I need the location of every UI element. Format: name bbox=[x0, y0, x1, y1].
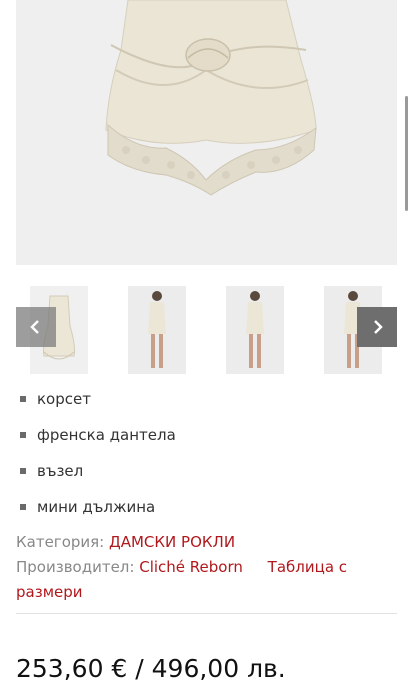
bullet-icon bbox=[20, 396, 26, 402]
category-link[interactable]: ДАМСКИ РОКЛИ bbox=[109, 533, 235, 551]
gallery-prev-button[interactable] bbox=[16, 307, 56, 347]
thumbnail-2[interactable] bbox=[128, 286, 186, 374]
bullet-icon bbox=[20, 504, 26, 510]
feature-item: възел bbox=[18, 459, 176, 495]
manufacturer-link[interactable]: Cliché Reborn bbox=[139, 558, 243, 576]
bullet-icon bbox=[20, 468, 26, 474]
divider bbox=[16, 613, 397, 614]
manufacturer-label: Производител: bbox=[16, 558, 135, 576]
size-chart-link[interactable]: Таблица с bbox=[268, 558, 347, 576]
category-row: Категория: ДАМСКИ РОКЛИ bbox=[16, 530, 235, 554]
size-chart-link-continued[interactable]: размери bbox=[16, 583, 83, 601]
gallery-next-button[interactable] bbox=[357, 307, 397, 347]
feature-text: мини дължина bbox=[37, 498, 156, 516]
dress-image bbox=[16, 0, 397, 265]
thumbnail-strip bbox=[16, 286, 397, 374]
feature-text: корсет bbox=[37, 390, 91, 408]
feature-text: френска дантела bbox=[37, 426, 176, 444]
feature-item: корсет bbox=[18, 387, 176, 423]
page-scrollbar[interactable] bbox=[405, 96, 408, 211]
manufacturer-row: Производител: Cliché Reborn Таблица с bbox=[16, 555, 347, 579]
feature-item: мини дължина bbox=[18, 495, 176, 531]
chevron-right-icon bbox=[374, 320, 383, 334]
feature-item: френска дантела bbox=[18, 423, 176, 459]
product-price: 253,60 € / 496,00 лв. bbox=[16, 654, 286, 683]
size-chart-row: размери bbox=[16, 580, 83, 604]
category-label: Категория: bbox=[16, 533, 105, 551]
bullet-icon bbox=[20, 432, 26, 438]
chevron-left-icon bbox=[30, 320, 39, 334]
product-main-image[interactable] bbox=[16, 0, 397, 265]
feature-list: корсет френска дантела възел мини дължин… bbox=[18, 387, 176, 531]
thumbnail-3[interactable] bbox=[226, 286, 284, 374]
feature-text: възел bbox=[37, 462, 84, 480]
